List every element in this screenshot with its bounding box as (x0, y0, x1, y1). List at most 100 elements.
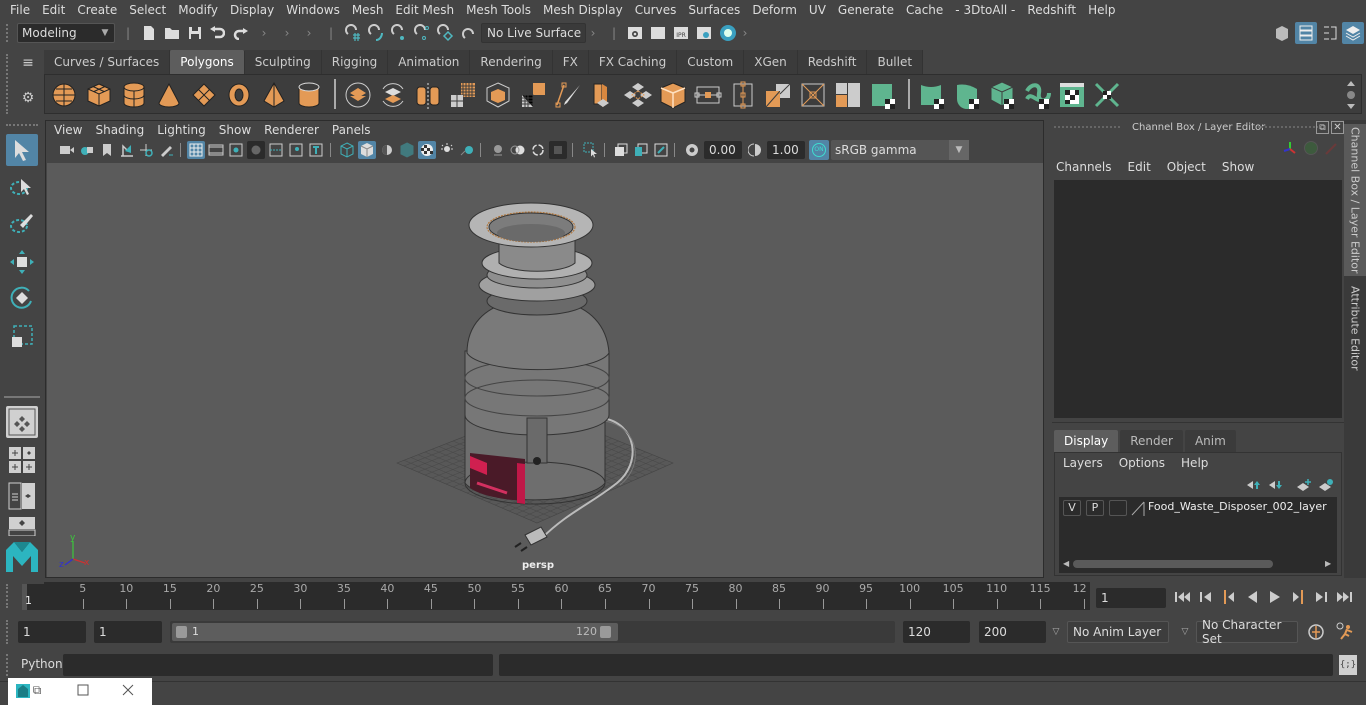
render-view-icon[interactable] (625, 24, 645, 42)
drag-handle[interactable] (1258, 126, 1318, 128)
drag-handle[interactable] (6, 584, 10, 608)
scroll-right-icon[interactable]: ▶ (1325, 559, 1331, 568)
close-window-icon[interactable] (121, 683, 135, 697)
manipulator-axes-icon[interactable] (1282, 140, 1298, 156)
gamma-icon[interactable] (746, 141, 764, 159)
depth-of-field-icon[interactable] (549, 141, 567, 159)
resolution-gate-icon[interactable] (227, 141, 245, 159)
panel-splitter[interactable] (1052, 422, 1344, 423)
menu-windows[interactable]: Windows (280, 3, 346, 17)
play-backwards-button[interactable] (1242, 588, 1262, 606)
viewport-menu-lighting[interactable]: Lighting (157, 123, 213, 137)
animation-start-field[interactable]: 1 (18, 621, 86, 643)
viewport-menu-show[interactable]: Show (219, 123, 258, 137)
character-set-dropdown[interactable]: No Character Set (1196, 618, 1298, 646)
poly-plane-icon[interactable] (190, 81, 218, 109)
scroll-left-icon[interactable]: ◀ (1063, 559, 1069, 568)
channel-box-toggle-icon[interactable] (1295, 22, 1317, 44)
menu-redshift[interactable]: Redshift (1021, 3, 1082, 17)
poly-pipe-icon[interactable] (295, 81, 323, 109)
screen-space-ao-icon[interactable] (489, 141, 507, 159)
snap-point-icon[interactable] (389, 24, 409, 42)
layer-name[interactable]: Food_Waste_Disposer_002_layer (1148, 500, 1327, 513)
collapse-arrow[interactable]: | (327, 24, 335, 42)
lasso-tool-button[interactable] (6, 172, 38, 204)
tab-channel-box-layer-editor[interactable]: Channel Box / Layer Editor (1344, 124, 1366, 276)
exposure-icon[interactable] (683, 141, 701, 159)
drag-handle[interactable] (6, 620, 10, 644)
menu-surfaces[interactable]: Surfaces (682, 3, 746, 17)
textured-icon[interactable] (418, 141, 436, 159)
menu-create[interactable]: Create (71, 3, 123, 17)
menu-edit[interactable]: Edit (36, 3, 71, 17)
render-frame-icon[interactable] (648, 24, 668, 42)
shelf-tab-fx-caching[interactable]: FX Caching (588, 50, 678, 74)
bridge-icon[interactable] (624, 81, 652, 109)
planar-uv-icon[interactable] (918, 81, 946, 109)
layer-tab-render[interactable]: Render (1120, 430, 1183, 452)
menu-mesh[interactable]: Mesh (346, 3, 390, 17)
step-back-key-button[interactable] (1196, 588, 1216, 606)
viewport-menu-view[interactable]: View (54, 123, 89, 137)
viewport-menu-shading[interactable]: Shading (95, 123, 151, 137)
poly-pyramid-icon[interactable] (260, 81, 288, 109)
shelf-tab-bullet[interactable]: Bullet (867, 50, 924, 74)
live-surface-field[interactable]: No Live Surface (481, 23, 586, 43)
restore-icon[interactable]: ⧉ (30, 683, 44, 697)
poly-sphere-icon[interactable] (50, 81, 78, 109)
perspective-graph-button[interactable] (6, 516, 38, 536)
move-layer-up-icon[interactable] (1245, 477, 1263, 493)
film-gate-icon[interactable] (207, 141, 225, 159)
hyper-icon[interactable] (1324, 142, 1338, 156)
channel-menu-show[interactable]: Show (1222, 160, 1254, 178)
unfold-uv-icon[interactable] (1128, 81, 1156, 109)
current-frame-field[interactable]: 1 (1096, 588, 1166, 608)
xray-icon[interactable] (612, 141, 630, 159)
smooth-shade-icon[interactable] (358, 141, 376, 159)
camera-icon[interactable] (58, 141, 76, 159)
safe-action-icon[interactable] (287, 141, 305, 159)
menu-deform[interactable]: Deform (746, 3, 803, 17)
undo-icon[interactable] (208, 24, 226, 42)
collapse-arrow[interactable]: › (589, 24, 597, 42)
boolean-icon[interactable] (484, 81, 512, 109)
shelf-scroll[interactable] (1345, 79, 1357, 111)
menu-display[interactable]: Display (224, 3, 280, 17)
uv-editor-icon[interactable] (1093, 81, 1121, 109)
menu-file[interactable]: File (4, 3, 36, 17)
separate-icon[interactable] (379, 81, 407, 109)
drag-handle[interactable] (6, 654, 10, 676)
gamma-field[interactable]: 1.00 (767, 141, 805, 159)
fill-hole-icon[interactable] (764, 81, 792, 109)
redo-icon[interactable] (232, 24, 250, 42)
color-management-toggle[interactable]: ON (809, 140, 829, 160)
extrude-icon[interactable] (589, 81, 617, 109)
step-forward-key-button[interactable] (1311, 588, 1331, 606)
mirror-icon[interactable] (414, 81, 442, 109)
layer-display-type-toggle[interactable] (1109, 500, 1127, 516)
workspace-mode-dropdown[interactable]: Modeling ▼ (17, 23, 115, 43)
step-back-frame-button[interactable] (1219, 588, 1239, 606)
drag-handle[interactable] (6, 54, 10, 114)
hypershade-icon[interactable] (717, 23, 739, 43)
cylindrical-uv-icon[interactable] (953, 81, 981, 109)
script-editor-icon[interactable]: {;} (1339, 655, 1357, 675)
menu-help[interactable]: Help (1082, 3, 1121, 17)
modeling-toolkit-icon[interactable] (1272, 24, 1292, 42)
make-hole-icon[interactable] (869, 81, 897, 109)
horizontal-scrollbar[interactable]: ◀ ▶ (1063, 559, 1333, 569)
append-polygon-icon[interactable] (729, 81, 757, 109)
channel-menu-object[interactable]: Object (1167, 160, 1206, 178)
shelf-tab-rendering[interactable]: Rendering (470, 50, 553, 74)
anti-aliasing-icon[interactable] (529, 141, 547, 159)
camera-attributes-icon[interactable] (78, 141, 96, 159)
auto-key-icon[interactable] (1306, 622, 1326, 642)
extract-icon[interactable] (519, 81, 547, 109)
rotate-tool-button[interactable] (6, 282, 38, 314)
field-chart-icon[interactable] (267, 141, 285, 159)
play-forwards-button[interactable] (1265, 588, 1285, 606)
viewport-menu-renderer[interactable]: Renderer (264, 123, 326, 137)
gate-mask-icon[interactable] (247, 141, 265, 159)
poly-cylinder-icon[interactable] (120, 81, 148, 109)
drag-handle[interactable] (6, 124, 38, 126)
